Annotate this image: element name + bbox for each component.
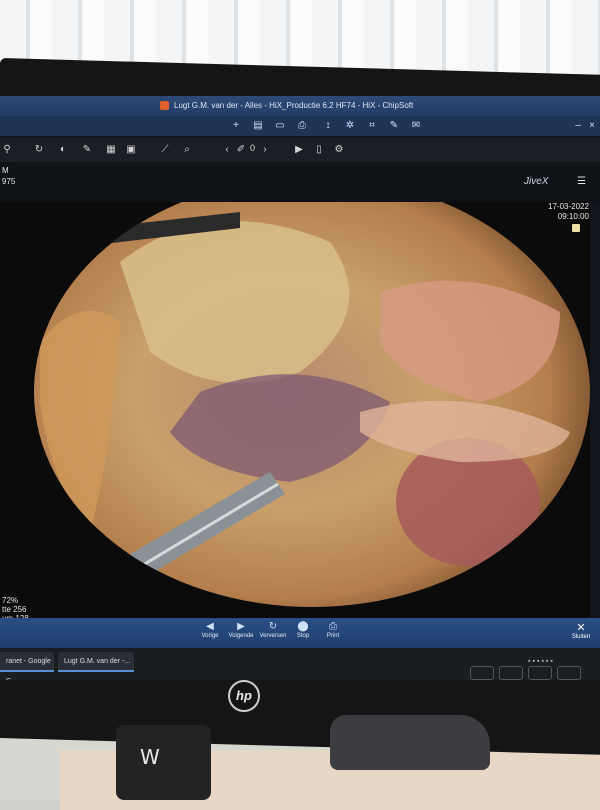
close-button[interactable]: ✕ Sluiten (566, 622, 596, 640)
next-button[interactable]: ▶ Volgende (224, 621, 258, 639)
palette-icon[interactable]: ◐ (56, 143, 70, 157)
monitor-button[interactable] (470, 666, 494, 680)
window-title: Lugt G.M. van der - Alles - HiX_Producti… (174, 101, 414, 110)
patient-id: 975 (2, 177, 16, 186)
prev-button[interactable]: ◀ Vorige (193, 621, 227, 639)
close-icon: ✕ (576, 622, 586, 634)
layout-icon[interactable]: ▦ (104, 143, 118, 157)
hamburger-menu-icon[interactable]: ☰ (577, 176, 586, 187)
print-toolbar-icon[interactable]: ⎙ (296, 120, 308, 132)
window-width: tte 256 (2, 605, 27, 614)
study-date: 17-03-2022 (548, 202, 589, 211)
minimize-icon[interactable]: – (572, 120, 584, 132)
stop-icon: ⬤ (297, 621, 309, 632)
monitor-buttons[interactable] (470, 666, 586, 685)
edit-icon[interactable]: ✐ (234, 143, 248, 157)
desk-phone (330, 715, 490, 770)
document-icon[interactable]: ▤ (252, 120, 264, 132)
endoscopy-image (34, 177, 590, 607)
taskbar-item-hix[interactable]: Lugt G.M. van der -... (58, 652, 134, 672)
study-time: 09:10:00 (557, 212, 589, 221)
image-viewport[interactable]: 17-03-2022 09:10:00 (0, 177, 590, 622)
play-icon[interactable]: ▶ (292, 143, 306, 157)
main-toolbar: + ▤ ▭ ⎙ ↕ ✲ ⌗ ✎ ✉ – × (0, 116, 600, 136)
refresh-button[interactable]: ↻ Verversen (256, 621, 290, 639)
folder-icon[interactable]: ▭ (274, 120, 286, 132)
user-icon[interactable]: ⚲ (0, 143, 14, 157)
settings-icon[interactable]: ⚙ (332, 143, 346, 157)
viewer-toolbar: ⚲ ↻ ◐ ✎ ▦ ▣ ⟋ ⌕ ‹ ✐ 0 › ▶ ▯ ⚙ (0, 138, 600, 163)
patient-infobar: M 975 JiveX ☰ (0, 162, 600, 202)
mail-icon[interactable]: ✉ (410, 120, 422, 132)
app-icon (160, 101, 169, 110)
annotate-icon[interactable]: ⌕ (180, 143, 194, 157)
navigation-bar: ◀ Vorige ▶ Volgende ↻ Verversen ⬤ Stop ⎙… (0, 618, 600, 648)
printer-icon: ⎙ (329, 621, 337, 632)
measure-icon[interactable]: ⟋ (158, 143, 172, 157)
add-icon[interactable]: + (230, 120, 242, 132)
tools-icon[interactable]: ✎ (388, 120, 400, 132)
monitor-button[interactable] (557, 666, 581, 680)
jivex-logo: JiveX (524, 176, 549, 187)
rotate-icon[interactable]: ↻ (32, 143, 46, 157)
taskbar-item-browser[interactable]: ranet - Google C... (0, 652, 54, 680)
zoom-level: 72% (2, 596, 19, 605)
monitor-stand: W (116, 725, 211, 800)
network-icon[interactable]: ✲ (344, 120, 356, 132)
flag-icon[interactable] (572, 224, 580, 232)
close-window-icon[interactable]: × (586, 120, 598, 132)
hp-logo: hp (228, 680, 260, 712)
patient-sex: M (2, 166, 9, 175)
window-titlebar: Lugt G.M. van der - Alles - HiX_Producti… (0, 96, 600, 116)
refresh-icon: ↻ (268, 621, 278, 632)
chart-icon[interactable]: ↕ (322, 120, 334, 132)
system-tray[interactable]: ▪▪▪▪▪▪ (528, 658, 555, 665)
stop-button[interactable]: ⬤ Stop (286, 621, 320, 639)
study-datetime: 17-03-2022 09:10:00 (548, 202, 589, 222)
previous-image-icon[interactable]: ‹ (220, 143, 234, 157)
delete-icon[interactable]: ▯ (312, 143, 326, 157)
monitor-screen: Lugt G.M. van der - Alles - HiX_Producti… (0, 96, 600, 680)
next-image-icon[interactable]: › (258, 143, 272, 157)
lab-icon[interactable]: ⌗ (366, 120, 378, 132)
arrow-left-icon: ◀ (206, 621, 214, 632)
image-icon[interactable]: ▣ (124, 143, 138, 157)
pen-icon[interactable]: ✎ (80, 143, 94, 157)
stand-logo: W (140, 745, 160, 769)
monitor-button[interactable] (499, 666, 523, 680)
image-counter: 0 (250, 143, 256, 153)
arrow-right-icon: ▶ (237, 621, 245, 632)
monitor-button[interactable] (528, 666, 552, 680)
print-button[interactable]: ⎙ Print (316, 621, 350, 639)
